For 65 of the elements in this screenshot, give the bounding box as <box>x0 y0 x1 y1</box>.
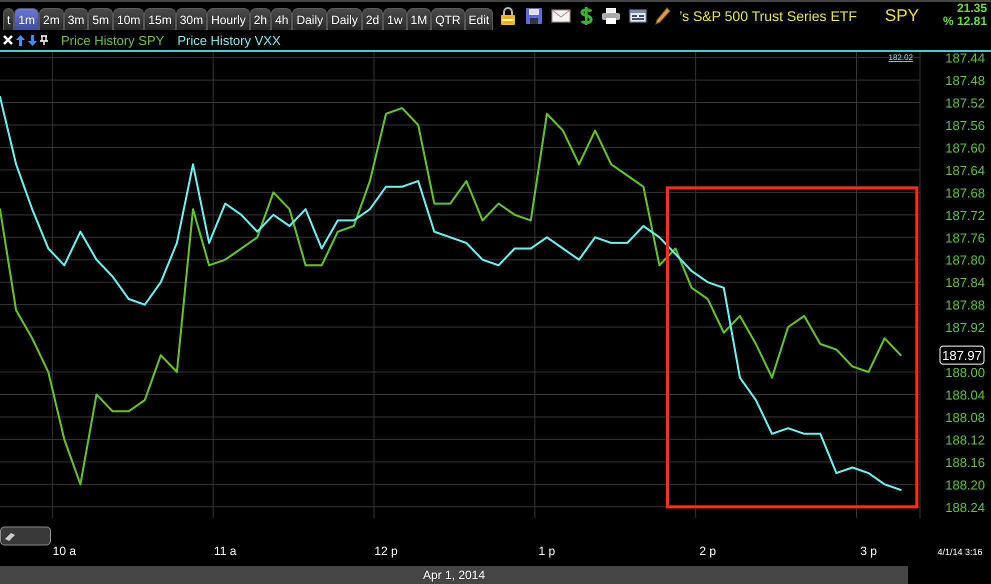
price-axis-label: 188.20 <box>945 477 985 492</box>
price-axis-label: 187.88 <box>945 298 985 313</box>
timeframe-tab[interactable]: t <box>3 8 14 30</box>
down-arrow-icon[interactable] <box>28 34 37 46</box>
timeframe-tab[interactable]: 1M <box>406 8 432 30</box>
change-value: 21.35 <box>956 2 987 15</box>
timeframe-tab[interactable]: QTR <box>431 8 465 30</box>
timeframe-tab[interactable]: Daily <box>327 8 362 30</box>
price-axis-label: 187.56 <box>945 118 985 133</box>
dollar-icon[interactable] <box>579 6 594 26</box>
timeframe-tab[interactable]: 2m <box>39 8 64 30</box>
timeframe-tab[interactable]: 3m <box>64 8 88 30</box>
scroll-button[interactable] <box>0 526 51 546</box>
pencil-icon[interactable] <box>655 7 672 25</box>
timestamp-label: 4/1/14 3:16 <box>937 547 983 557</box>
last-price-tag: 187.97 <box>940 346 984 365</box>
vxx-value-marker: 182.02 <box>888 53 913 62</box>
price-axis-label: 187.60 <box>945 140 985 156</box>
price-axis-label: 188.16 <box>945 454 985 470</box>
envelope-icon[interactable] <box>551 9 572 23</box>
close-icon[interactable] <box>3 35 13 45</box>
timeframe-tab[interactable]: 4h <box>271 8 292 30</box>
timeframe-tab[interactable]: 10m <box>113 8 144 30</box>
timeframe-tab[interactable]: 1m <box>14 8 40 30</box>
timeframe-tab[interactable]: 2h <box>250 8 272 30</box>
timeframe-tab[interactable]: 30m <box>176 8 208 30</box>
pin-icon[interactable] <box>40 35 48 45</box>
price-axis-label: 188.04 <box>945 387 985 402</box>
price-axis-label: 187.48 <box>945 73 985 88</box>
price-axis-label: 187.84 <box>945 275 985 290</box>
date-label: Apr 1, 2014 <box>422 568 486 582</box>
price-axis-label: 187.64 <box>945 162 985 178</box>
price-axis-label: 187.44 <box>945 52 985 66</box>
series-legend-label: Price History SPY <box>61 32 164 48</box>
time-axis-label: 1 p <box>538 544 556 558</box>
form-icon[interactable] <box>629 9 648 23</box>
time-axis-label: 11 a <box>214 544 236 558</box>
price-axis-label: 187.92 <box>945 320 985 336</box>
timeframe-tab[interactable]: 5m <box>88 8 114 30</box>
price-axis-label: 187.76 <box>945 230 985 246</box>
time-axis-label: 3 p <box>860 544 877 558</box>
price-axis-label: 188.12 <box>945 432 985 448</box>
series-legend-label: Price History VXX <box>177 32 281 48</box>
time-axis-label: 2 p <box>699 544 716 558</box>
price-axis-label: 187.72 <box>945 208 985 223</box>
up-arrow-icon[interactable] <box>16 34 25 46</box>
timeframe-tab[interactable]: 15m <box>144 8 176 30</box>
time-axis-label: 10 a <box>52 544 76 558</box>
percent-value: % 12.81 <box>942 15 987 28</box>
price-axis-label: 188.08 <box>945 410 985 425</box>
padlock-icon[interactable] <box>499 6 518 26</box>
timeframe-tab[interactable]: Daily <box>292 8 328 30</box>
timeframe-tab[interactable]: 2d <box>362 8 384 30</box>
timeframe-tab[interactable]: 1w <box>383 8 407 30</box>
instrument-title: ’s S&P 500 Trust Series ETF <box>679 8 857 24</box>
timeframe-tab[interactable]: Hourly <box>207 8 250 30</box>
price-axis-label: 188.24 <box>945 500 985 515</box>
price-axis-label: 188.00 <box>945 365 985 380</box>
price-axis-label: 187.68 <box>945 185 985 200</box>
time-axis-label: 12 p <box>374 544 398 558</box>
price-axis-label: 187.80 <box>945 252 985 268</box>
printer-icon[interactable] <box>601 7 622 25</box>
timeframe-tab[interactable]: Edit <box>464 8 494 30</box>
price-axis-label: 187.52 <box>945 96 985 111</box>
ticker-symbol: SPY <box>884 6 919 26</box>
